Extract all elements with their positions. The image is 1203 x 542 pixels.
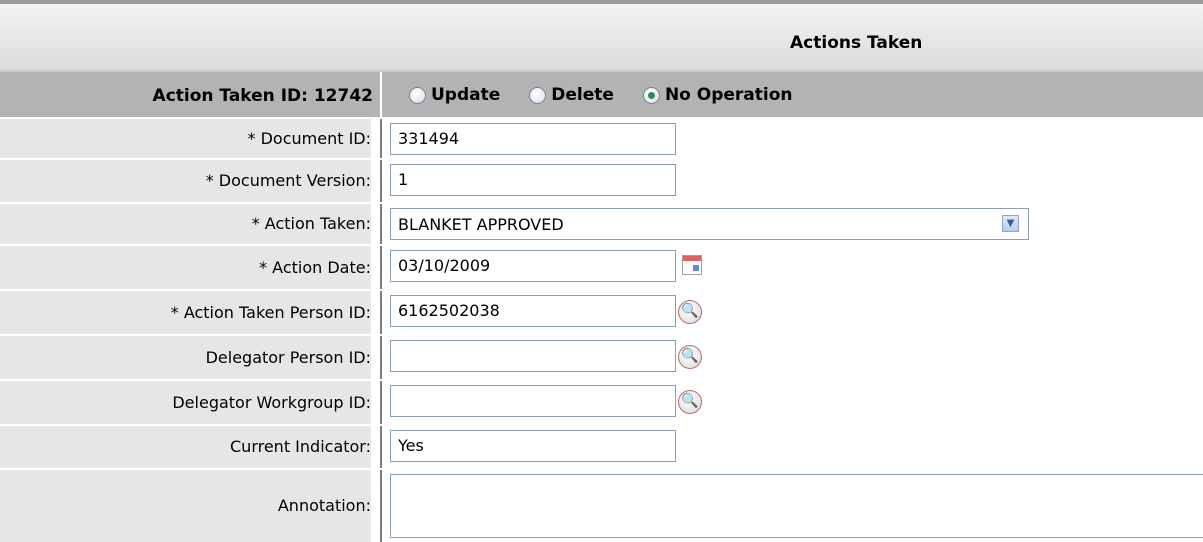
radio-no-operation-label: No Operation [664, 85, 793, 105]
document-id-cell: 331494 [382, 119, 1203, 158]
delegator-workgroup-id-input[interactable] [390, 385, 676, 417]
radio-delete[interactable]: Delete [529, 85, 614, 105]
row-action-taken-person-id: * Action Taken Person ID: 6162502038 🔍 [0, 291, 1203, 336]
delegator-person-id-cell: 🔍 [382, 336, 1203, 379]
operation-radio-group: Update Delete No Operation [409, 85, 822, 105]
document-version-label: * Document Version: [0, 160, 371, 202]
action-id-row: Action Taken ID: 12742 Update Delete No … [0, 72, 1203, 117]
action-taken-person-id-label: * Action Taken Person ID: [0, 291, 371, 334]
section-title: Actions Taken [790, 33, 923, 53]
delegator-workgroup-id-label: Delegator Workgroup ID: [0, 381, 371, 424]
lookup-search-icon[interactable]: 🔍 [678, 390, 702, 414]
action-date-input[interactable]: 03/10/2009 [390, 250, 676, 282]
action-taken-select[interactable]: BLANKET APPROVED ▼ [390, 208, 1029, 240]
row-action-taken: * Action Taken: BLANKET APPROVED ▼ [0, 204, 1203, 246]
action-taken-id-label: Action Taken ID: 12742 [152, 86, 373, 106]
annotation-cell [382, 470, 1203, 542]
annotation-label: Annotation: [0, 470, 371, 542]
action-taken-label: * Action Taken: [0, 204, 371, 244]
row-delegator-person-id: Delegator Person ID: 🔍 [0, 336, 1203, 381]
row-annotation: Annotation: [0, 470, 1203, 542]
document-id-input[interactable]: 331494 [390, 123, 676, 155]
radio-circle-no-operation[interactable] [642, 86, 660, 104]
current-indicator-value: Yes [390, 430, 676, 462]
action-date-cell: 03/10/2009 [382, 246, 1203, 289]
action-taken-person-id-cell: 6162502038 🔍 [382, 291, 1203, 334]
chevron-down-icon[interactable]: ▼ [1002, 215, 1019, 232]
delegator-person-id-input[interactable] [390, 340, 676, 372]
radio-update-label: Update [431, 85, 501, 105]
document-version-input[interactable]: 1 [390, 164, 676, 196]
radio-circle-delete[interactable] [529, 86, 547, 104]
row-action-date: * Action Date: 03/10/2009 [0, 246, 1203, 291]
lookup-search-icon[interactable]: 🔍 [678, 300, 702, 324]
current-indicator-label: Current Indicator: [0, 426, 371, 468]
column-separator [380, 72, 382, 117]
document-version-cell: 1 [382, 160, 1203, 202]
calendar-icon[interactable] [682, 255, 702, 275]
row-delegator-workgroup-id: Delegator Workgroup ID: 🔍 [0, 381, 1203, 426]
delegator-person-id-label: Delegator Person ID: [0, 336, 371, 379]
radio-update[interactable]: Update [409, 85, 500, 105]
action-taken-person-id-input[interactable]: 6162502038 [390, 295, 676, 327]
delegator-workgroup-id-cell: 🔍 [382, 381, 1203, 424]
row-current-indicator: Current Indicator: Yes [0, 426, 1203, 470]
annotation-textarea[interactable] [390, 474, 1203, 538]
radio-no-operation[interactable]: No Operation [642, 85, 793, 105]
action-taken-cell: BLANKET APPROVED ▼ [382, 204, 1203, 244]
row-document-id: * Document ID: 331494 [0, 119, 1203, 160]
action-date-label: * Action Date: [0, 246, 371, 289]
current-indicator-cell: Yes [382, 426, 1203, 468]
action-taken-selected-value: BLANKET APPROVED [398, 215, 564, 234]
radio-delete-label: Delete [551, 85, 614, 105]
radio-circle-update[interactable] [409, 86, 426, 104]
section-header: Actions Taken [0, 4, 1203, 72]
row-document-version: * Document Version: 1 [0, 160, 1203, 204]
document-id-label: * Document ID: [0, 119, 371, 158]
lookup-search-icon[interactable]: 🔍 [678, 345, 702, 369]
